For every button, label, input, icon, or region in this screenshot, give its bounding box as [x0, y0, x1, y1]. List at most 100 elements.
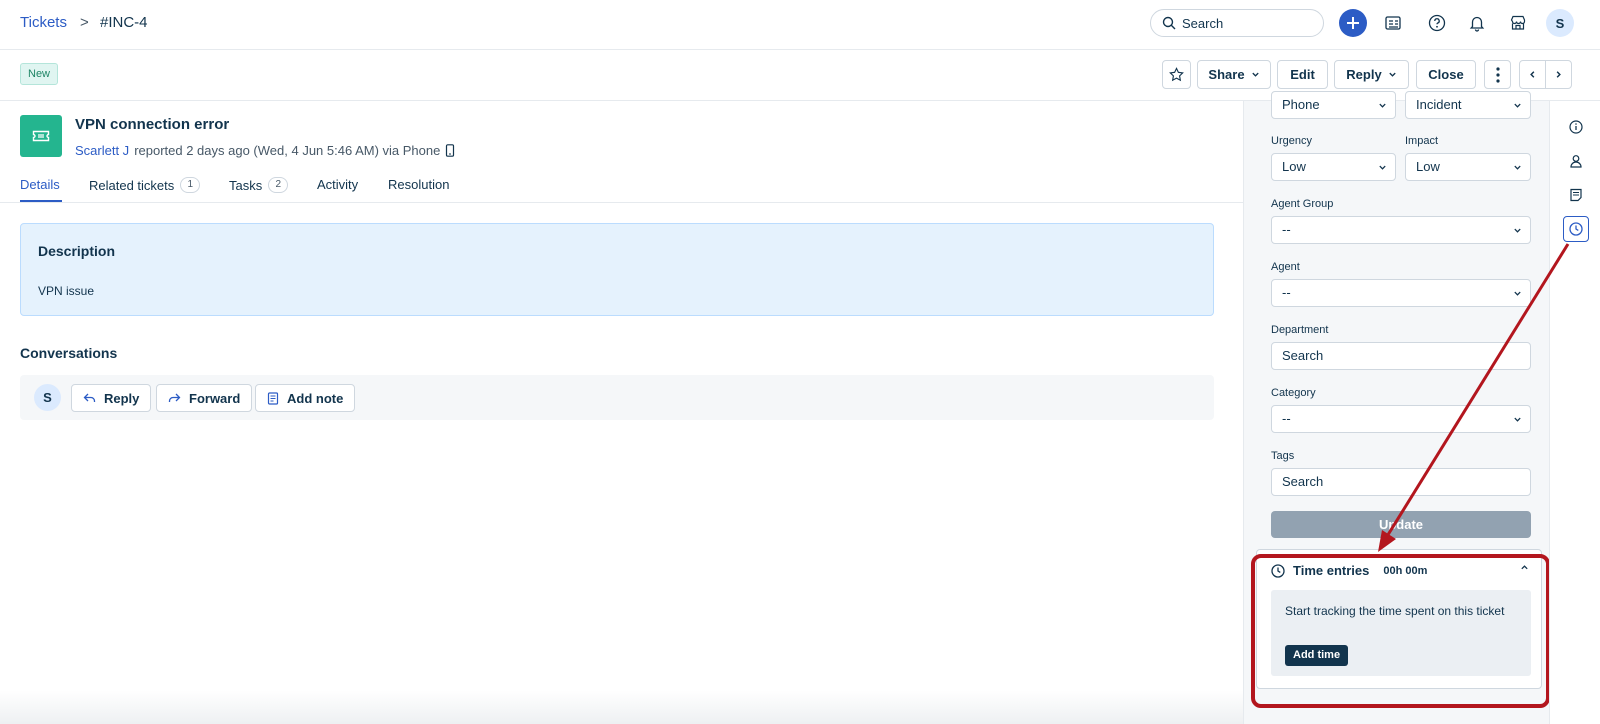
breadcrumb-tickets-link[interactable]: Tickets: [20, 14, 67, 31]
status-badge: New: [20, 63, 59, 85]
clock-icon: [1271, 563, 1285, 578]
time-entries-card: Time entries 00h 00m Start tracking the …: [1256, 549, 1542, 689]
tab-label: Resolution: [388, 177, 450, 192]
tab-details[interactable]: Details: [20, 177, 60, 192]
agent-label: Agent: [1271, 261, 1300, 273]
global-search-input[interactable]: Search: [1150, 9, 1324, 37]
chevron-down-icon: [1514, 417, 1521, 422]
reported-info: reported 2 days ago (Wed, 4 Jun 5:46 AM)…: [134, 143, 441, 158]
share-button[interactable]: Share: [1197, 60, 1271, 89]
select-value: --: [1282, 222, 1291, 237]
forward-label: Forward: [189, 390, 241, 406]
chevron-down-icon: [1389, 72, 1396, 77]
type-select[interactable]: Incident: [1405, 91, 1531, 119]
update-button[interactable]: Update: [1271, 511, 1531, 538]
reply-button[interactable]: Reply: [1334, 60, 1409, 89]
more-options-button[interactable]: [1484, 60, 1511, 89]
select-value: Low: [1416, 159, 1440, 174]
time-entries-duration: 00h 00m: [1383, 564, 1428, 577]
ticket-icon: [32, 130, 50, 142]
apps-store-button[interactable]: [1504, 9, 1532, 37]
urgency-select[interactable]: Low: [1271, 153, 1396, 181]
info-icon: [1569, 120, 1583, 134]
time-entries-title: Time entries: [1293, 563, 1370, 578]
active-tab-indicator: [20, 200, 62, 202]
create-new-button[interactable]: [1339, 9, 1367, 37]
category-label: Category: [1271, 387, 1316, 399]
agent-select[interactable]: --: [1271, 279, 1531, 307]
select-value: --: [1282, 411, 1291, 426]
breadcrumb-separator: >: [80, 14, 89, 31]
page-bottom-shadow: [0, 690, 1243, 724]
chevron-down-icon: [1514, 228, 1521, 233]
rail-time-entries-button[interactable]: [1563, 216, 1589, 242]
kebab-menu-icon: [1495, 66, 1500, 83]
source-select[interactable]: Phone: [1271, 91, 1396, 119]
favorite-button[interactable]: [1162, 60, 1191, 89]
tab-tasks[interactable]: Tasks 2: [229, 177, 289, 193]
description-body: VPN issue: [38, 284, 95, 298]
forward-icon: [168, 393, 181, 402]
description-panel: Description VPN issue: [20, 223, 1214, 316]
notifications-button[interactable]: [1463, 9, 1491, 37]
chevron-up-icon[interactable]: [1520, 563, 1529, 572]
chevron-down-icon: [1514, 165, 1521, 170]
time-entries-empty-state: Start tracking the time spent on this ti…: [1271, 590, 1531, 676]
department-input[interactable]: Search: [1271, 342, 1531, 370]
reporter-link[interactable]: Scarlett J: [75, 143, 129, 158]
agent-group-select[interactable]: --: [1271, 216, 1531, 244]
ticket-properties-panel: Phone Incident Urgency Impact Low Low Ag…: [1243, 91, 1549, 724]
tab-activity[interactable]: Activity: [317, 177, 358, 192]
tab-resolution[interactable]: Resolution: [388, 177, 449, 192]
reports-button[interactable]: [1379, 9, 1407, 37]
chevron-down-icon: [1251, 72, 1259, 77]
search-placeholder: Search: [1182, 16, 1224, 31]
select-value: Incident: [1416, 97, 1462, 112]
star-icon: [1169, 67, 1184, 82]
conversation-toolbar: S Reply Forward Add note: [20, 375, 1214, 420]
store-icon: [1510, 15, 1526, 30]
chevron-down-icon: [1379, 165, 1386, 170]
add-note-button[interactable]: Add note: [255, 384, 356, 412]
add-note-label: Add note: [287, 390, 344, 406]
time-entries-header[interactable]: Time entries 00h 00m: [1271, 563, 1427, 578]
help-button[interactable]: [1423, 9, 1451, 37]
help-icon: [1428, 14, 1446, 32]
close-ticket-button[interactable]: Close: [1416, 60, 1476, 89]
plus-icon: [1347, 17, 1359, 29]
breadcrumb-current: #INC-4: [100, 14, 148, 31]
clock-icon: [1569, 222, 1583, 236]
impact-select[interactable]: Low: [1405, 153, 1531, 181]
rail-info-button[interactable]: [1563, 114, 1589, 140]
category-select[interactable]: --: [1271, 405, 1531, 433]
user-avatar[interactable]: S: [1546, 9, 1574, 37]
reply-label: Reply: [1346, 67, 1382, 82]
edit-button[interactable]: Edit: [1277, 60, 1328, 89]
impact-label: Impact: [1405, 135, 1439, 147]
add-time-button[interactable]: Add time: [1285, 645, 1349, 666]
tab-related-tickets[interactable]: Related tickets 1: [89, 177, 201, 193]
tags-input[interactable]: Search: [1271, 468, 1531, 496]
reply-label: Reply: [104, 390, 140, 406]
ticket-title: VPN connection error: [75, 116, 230, 133]
time-entries-message: Start tracking the time spent on this ti…: [1285, 604, 1505, 618]
rail-requester-button[interactable]: [1563, 148, 1589, 174]
note-icon: [267, 391, 279, 405]
previous-ticket-button[interactable]: [1519, 60, 1546, 89]
forward-button[interactable]: Forward: [156, 384, 253, 412]
contact-card-icon: [1385, 16, 1401, 30]
input-placeholder: Search: [1282, 348, 1324, 363]
conversation-reply-button[interactable]: Reply: [71, 384, 152, 412]
chevron-down-icon: [1514, 291, 1521, 296]
chevron-down-icon: [1379, 103, 1386, 108]
agent-group-label: Agent Group: [1271, 198, 1334, 210]
next-ticket-button[interactable]: [1545, 60, 1572, 89]
tab-label: Details: [20, 177, 60, 192]
share-label: Share: [1208, 67, 1245, 82]
rail-notes-button[interactable]: [1563, 182, 1589, 208]
reply-icon: [83, 393, 96, 402]
tab-label: Related tickets: [89, 177, 175, 193]
select-value: Low: [1282, 159, 1306, 174]
notes-icon: [1570, 188, 1582, 202]
ticket-tabs: Details Related tickets 1 Tasks 2 Activity…: [0, 170, 1243, 203]
